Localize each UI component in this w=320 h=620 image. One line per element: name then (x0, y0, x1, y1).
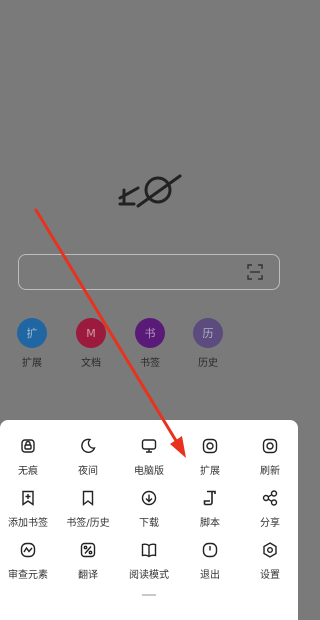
history-shortcut-icon: 历 (193, 318, 223, 348)
script-icon (203, 490, 216, 506)
bookmarks-shortcut-icon: 书 (135, 318, 165, 348)
menu-item-label: 设置 (260, 570, 280, 581)
quick-link-bookmarks[interactable]: 书 书签 (135, 318, 165, 369)
menu-item-inspect-element[interactable]: 审查元素 (0, 542, 56, 586)
menu-item-label: 刷新 (260, 466, 280, 477)
browser-logo-icon (118, 174, 182, 208)
moon-icon (81, 438, 96, 453)
menu-item-incognito[interactable]: 无痕 (0, 438, 56, 482)
quick-link-extensions[interactable]: 扩 扩展 (17, 318, 47, 369)
menu-item-reading-mode[interactable]: 阅读模式 (121, 542, 177, 586)
menu-item-label: 电脑版 (134, 466, 164, 477)
menu-item-label: 审查元素 (8, 570, 48, 581)
menu-item-exit[interactable]: 退出 (182, 542, 238, 586)
menu-item-label: 书签/历史 (66, 518, 110, 529)
menu-item-add-bookmark[interactable]: 添加书签 (0, 490, 56, 534)
quick-link-label: 历史 (198, 358, 218, 369)
menu-item-download[interactable]: 下载 (121, 490, 177, 534)
book-icon (141, 543, 157, 558)
quick-link-label: 书签 (140, 358, 160, 369)
menu-item-settings[interactable]: 设置 (242, 542, 298, 586)
menu-item-label: 添加书签 (8, 518, 48, 529)
menu-item-label: 无痕 (18, 466, 38, 477)
menu-item-share[interactable]: 分享 (242, 490, 298, 534)
monitor-icon (141, 439, 157, 453)
power-icon (202, 542, 218, 558)
sheet-drag-handle[interactable] (142, 594, 156, 596)
lock-icon (21, 439, 35, 453)
menu-item-night-mode[interactable]: 夜间 (60, 438, 116, 482)
menu-item-label: 扩展 (200, 466, 220, 477)
extension-icon (202, 438, 218, 454)
share-icon (262, 490, 278, 506)
menu-item-bookmarks-history[interactable]: 书签/历史 (60, 490, 116, 534)
quick-link-docs[interactable]: M 文档 (76, 318, 106, 369)
menu-item-label: 阅读模式 (129, 570, 169, 581)
quick-link-label: 扩展 (22, 358, 42, 369)
bookmark-icon (82, 490, 94, 506)
add-bookmark-icon (22, 490, 34, 506)
download-icon (141, 490, 157, 506)
refresh-icon (262, 438, 278, 454)
search-input[interactable] (18, 254, 280, 290)
menu-item-label: 退出 (200, 570, 220, 581)
menu-item-refresh[interactable]: 刷新 (242, 438, 298, 482)
menu-item-label: 夜间 (78, 466, 98, 477)
translate-icon (80, 542, 96, 558)
menu-item-label: 分享 (260, 518, 280, 529)
menu-item-label: 脚本 (200, 518, 220, 529)
settings-icon (263, 542, 277, 558)
quick-link-label: 文档 (81, 358, 101, 369)
inspect-icon (20, 542, 36, 558)
menu-item-desktop-mode[interactable]: 电脑版 (121, 438, 177, 482)
menu-item-label: 翻译 (78, 570, 98, 581)
scan-icon[interactable] (247, 264, 263, 280)
menu-item-label: 下载 (139, 518, 159, 529)
extension-shortcut-icon: 扩 (17, 318, 47, 348)
docs-shortcut-icon: M (76, 318, 106, 348)
menu-item-extensions[interactable]: 扩展 (182, 438, 238, 482)
menu-item-scripts[interactable]: 脚本 (182, 490, 238, 534)
quick-link-history[interactable]: 历 历史 (193, 318, 223, 369)
menu-item-translate[interactable]: 翻译 (60, 542, 116, 586)
